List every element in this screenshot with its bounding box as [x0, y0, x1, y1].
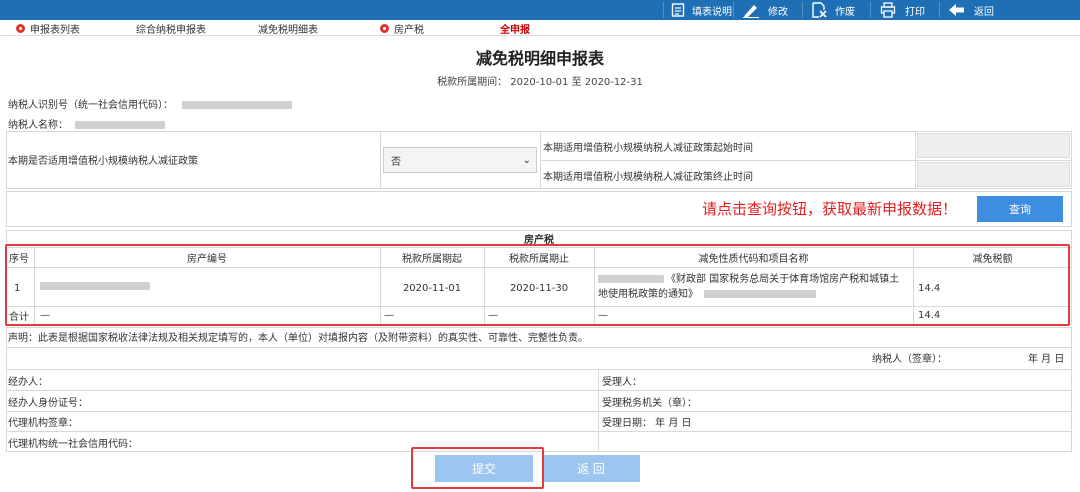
toolbar-separator — [802, 2, 803, 18]
toolbar-separator — [663, 2, 664, 18]
tab-comprehensive-declaration[interactable]: 综合纳税申报表 — [136, 21, 206, 36]
policy-select-value: 否 — [391, 156, 401, 168]
tab-label: 综合纳税申报表 — [136, 24, 206, 36]
print-button[interactable]: 打印 — [877, 0, 925, 20]
policy-start-input[interactable] — [917, 133, 1070, 158]
tab-declaration-list[interactable]: 申报表列表 — [16, 21, 80, 36]
return-label: 返回 — [974, 6, 994, 18]
agency-code-label: 代理机构统一社会信用代码： — [8, 438, 138, 450]
back-button[interactable]: 返 回 — [542, 455, 640, 482]
fill-instructions-label: 填表说明 — [692, 6, 732, 18]
taxpayer-seal-label: 纳税人（签章）： — [872, 354, 947, 365]
tab-label: 申报表列表 — [30, 24, 80, 36]
handler-id-label: 经办人身份证号： — [8, 397, 88, 409]
page-title: 减免税明细申报表 — [475, 49, 604, 68]
declaration-text: 声明：此表是根据国家税收法律法规及相关规定填写的，本人（单位）对填报内容（及附带… — [8, 333, 588, 344]
redacted-taxpayer-id — [182, 101, 293, 109]
back-arrow-icon — [946, 2, 968, 18]
policy-question: 本期是否适用增值税小规模纳税人减征政策 — [8, 155, 198, 167]
agency-seal-label: 代理机构签章： — [8, 417, 78, 429]
policy-end-label: 本期适用增值税小规模纳税人减征政策终止时间 — [543, 171, 753, 183]
receive-date-label: 受理日期： 年 月 日 — [602, 417, 692, 429]
tab-tax-relief-detail[interactable]: 减免税明细表 — [258, 21, 318, 36]
taxpayer-id-row: 纳税人识别号（统一社会信用代码）： — [8, 96, 293, 111]
modify-button[interactable]: 修改 — [740, 0, 788, 20]
printer-icon — [877, 2, 899, 18]
policy-start-label: 本期适用增值税小规模纳税人减征政策起始时间 — [543, 142, 753, 154]
top-toolbar: 填表说明 修改 作废 打印 返回 — [0, 0, 1080, 20]
toolbar-separator — [870, 2, 871, 18]
redacted-taxpayer-name — [75, 121, 166, 129]
tab-label: 房产税 — [394, 24, 424, 36]
void-label: 作废 — [835, 6, 855, 18]
tax-period: 税款所属期间： 2020-10-01 至 2020-12-31 — [437, 77, 643, 88]
highlight-submit-frame — [411, 447, 544, 489]
policy-select[interactable]: 否 ⌄ — [383, 147, 537, 173]
highlight-table-frame — [5, 244, 1070, 326]
toolbar-separator — [939, 2, 940, 18]
handler-label: 经办人： — [8, 376, 48, 388]
fill-instructions-button[interactable]: 填表说明 — [670, 0, 732, 20]
return-button[interactable]: 返回 — [946, 0, 994, 20]
tab-status-icon — [16, 23, 25, 33]
pencil-icon — [740, 2, 762, 18]
tab-label: 全申报 — [500, 24, 530, 36]
tab-bar: 申报表列表 综合纳税申报表 减免税明细表 房产税 全申报 — [0, 21, 1080, 36]
tab-status-icon — [380, 23, 389, 33]
taxpayer-name-row: 纳税人名称： — [8, 116, 166, 131]
taxpayer-name-label: 纳税人名称： — [8, 120, 68, 131]
void-icon — [809, 2, 829, 18]
document-icon — [670, 2, 686, 18]
policy-end-input[interactable] — [917, 162, 1070, 187]
query-notice: 请点击查询按钮，获取最新申报数据！ — [702, 200, 958, 218]
taxpayer-seal-date: 年 月 日 — [1028, 354, 1065, 365]
query-button[interactable]: 查询 — [977, 196, 1063, 222]
void-button[interactable]: 作废 — [809, 0, 855, 20]
modify-label: 修改 — [768, 6, 788, 18]
receiving-office-label: 受理税务机关（章）： — [602, 397, 697, 409]
print-label: 打印 — [905, 6, 925, 18]
tab-property-tax[interactable]: 房产税 — [380, 21, 424, 36]
taxpayer-id-label: 纳税人识别号（统一社会信用代码）： — [8, 100, 173, 111]
chevron-down-icon: ⌄ — [522, 155, 531, 166]
toolbar-separator — [733, 2, 734, 18]
receiver-label: 受理人： — [602, 376, 642, 388]
tab-full-declaration[interactable]: 全申报 — [500, 21, 530, 36]
tab-label: 减免税明细表 — [258, 24, 318, 36]
